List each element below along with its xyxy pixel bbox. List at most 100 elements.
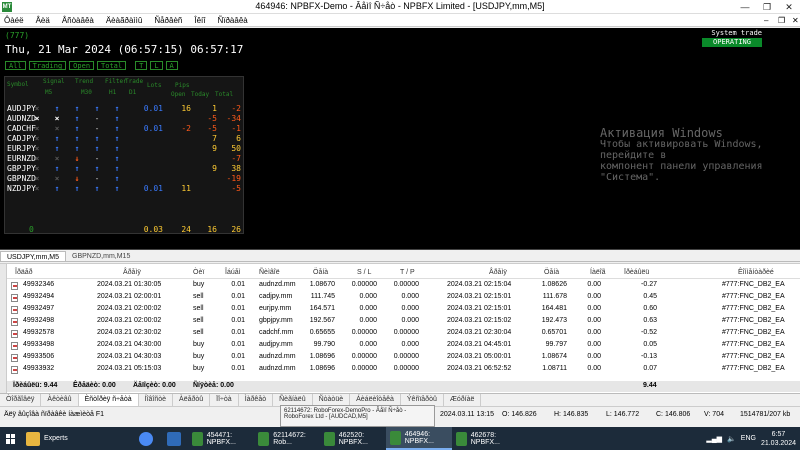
clock[interactable]: 6:57 21.03.2024 bbox=[761, 430, 796, 448]
taskbar-item[interactable]: 62114672: Rob... bbox=[254, 427, 320, 450]
signal-indicator: ↑ bbox=[54, 164, 60, 173]
col-tp[interactable]: T / P bbox=[400, 269, 415, 276]
tab-usdjpy[interactable]: USDJPY,mm,M5 bbox=[0, 251, 66, 261]
menu-tools[interactable]: Ñåðâèñ bbox=[148, 14, 188, 26]
signal-indicator: ↑ bbox=[114, 114, 120, 123]
language-indicator[interactable]: ENG bbox=[741, 435, 756, 442]
signal-pips-total: -2 bbox=[231, 104, 241, 113]
col-time[interactable]: Âðåìÿ bbox=[123, 269, 141, 276]
maximize-button[interactable]: ❐ bbox=[756, 0, 778, 14]
history-row[interactable]: 49932497 2024.03.21 02:00:02 sell 0.01 eurjp… bbox=[7, 305, 800, 315]
tab-mailbox[interactable]: Ïî÷òà bbox=[210, 394, 239, 406]
history-row[interactable]: 49933932 2024.03.21 05:15:03 buy 0.01 audnzd… bbox=[7, 365, 800, 375]
cell-tax: 0.00 bbox=[587, 341, 601, 348]
menu-window[interactable]: Îêíî bbox=[188, 14, 211, 26]
status-help: Äëÿ âûçîâà ñïðàâêè íàæìèòå F1 bbox=[4, 411, 105, 418]
signal-indicator: ↑ bbox=[74, 114, 80, 123]
history-row[interactable]: 49932346 2024.03.21 01:30:05 buy 0.01 audnzd… bbox=[7, 281, 800, 291]
minimize-button[interactable]: — bbox=[734, 0, 756, 14]
cell-volume: 0.01 bbox=[231, 305, 245, 312]
cell-symbol: audnzd.mm bbox=[259, 281, 296, 288]
filter-open[interactable]: Open bbox=[69, 61, 95, 70]
chart-close-button[interactable]: ✕ bbox=[786, 14, 800, 27]
history-row[interactable]: 49932498 2024.03.21 02:00:02 sell 0.01 gbpjp… bbox=[7, 317, 800, 327]
taskbar-item[interactable]: Experts bbox=[22, 427, 132, 450]
col-tax[interactable]: Íàëîã bbox=[590, 269, 606, 276]
col-order[interactable]: Îðäåð bbox=[15, 269, 33, 276]
menu-help[interactable]: Ñïðàâêà bbox=[211, 14, 253, 26]
menu-insert[interactable]: Âñòàâêà bbox=[56, 14, 100, 26]
cell-time: 2024.03.21 02:30:02 bbox=[97, 329, 162, 336]
col-profit[interactable]: Ïðèáûëü bbox=[624, 269, 649, 276]
taskbar-item[interactable]: 464946: NPBFX... bbox=[386, 427, 452, 450]
signal-indicator: × bbox=[34, 124, 40, 133]
terminal-summary: Ïðèáûëü: 9.44 Êðåäèò: 0.00 Äåïîçèò: 0.00… bbox=[7, 381, 800, 392]
signal-table: Symbol Signal Trend Filter Trade Lots Pi… bbox=[4, 76, 244, 234]
taskbar-item[interactable]: 462678: NPBFX... bbox=[452, 427, 518, 450]
taskbar-item[interactable]: 454471: NPBFX... bbox=[188, 427, 254, 450]
filter-t[interactable]: T bbox=[135, 61, 148, 70]
tab-news[interactable]: Íîâîñòè bbox=[139, 394, 174, 406]
header-trend: Trend bbox=[75, 78, 94, 85]
status-high: H: 146.835 bbox=[554, 411, 589, 418]
col-comment[interactable]: Êîììåíòàðèé bbox=[738, 269, 774, 276]
cell-close-price: 1.08626 bbox=[541, 281, 567, 288]
cell-profit: 0.45 bbox=[643, 293, 657, 300]
header-m30: M30 bbox=[81, 89, 92, 96]
taskbar-item[interactable] bbox=[132, 427, 160, 450]
signal-indicator: × bbox=[34, 134, 40, 143]
col-symbol[interactable]: Ñèìâîë bbox=[259, 269, 280, 276]
menu-view[interactable]: Âèä bbox=[30, 14, 56, 26]
cell-volume: 0.01 bbox=[231, 293, 245, 300]
tab-gbpnzd[interactable]: GBPNZD,mm,M15 bbox=[66, 251, 136, 261]
taskbar-item-label: 462678: NPBFX... bbox=[470, 431, 500, 446]
chart-window[interactable]: (777) Thu, 21 Mar 2024 (06:57:15) 06:57:… bbox=[0, 28, 800, 250]
taskbar-item[interactable]: 462520: NPBFX... bbox=[320, 427, 386, 450]
tab-exposure[interactable]: Àêòèâû bbox=[41, 394, 79, 406]
menu-file[interactable]: Ôàéë bbox=[0, 14, 30, 26]
col-close-time[interactable]: Âðåìÿ bbox=[489, 269, 507, 276]
tab-alerts[interactable]: Àëåðòû bbox=[173, 394, 211, 406]
col-close-price[interactable]: Öåíà bbox=[544, 269, 559, 276]
tab-journal[interactable]: Æóðíàë bbox=[444, 394, 482, 406]
signal-indicator: ↑ bbox=[94, 164, 100, 173]
signal-indicator: - bbox=[94, 154, 100, 163]
cell-order: 49933498 bbox=[23, 341, 55, 348]
history-row[interactable]: 49933498 2024.03.21 04:30:00 buy 0.01 audjpy… bbox=[7, 341, 800, 351]
cell-time: 2024.03.21 02:00:01 bbox=[97, 293, 162, 300]
tab-account-history[interactable]: Èñòîðèÿ ñ÷åòà bbox=[78, 394, 139, 406]
watermark-line: Чтобы активировать Windows, перейдите в bbox=[600, 139, 763, 161]
col-sl[interactable]: S / L bbox=[357, 269, 371, 276]
signal-indicator: × bbox=[34, 114, 40, 123]
close-button[interactable]: ✕ bbox=[778, 0, 800, 14]
filter-all[interactable]: All bbox=[5, 61, 26, 70]
taskbar-item[interactable] bbox=[160, 427, 188, 450]
col-type[interactable]: Òèï bbox=[193, 269, 204, 276]
history-row[interactable]: 49933506 2024.03.21 04:30:03 buy 0.01 audnzd… bbox=[7, 353, 800, 363]
order-icon bbox=[11, 318, 18, 326]
col-volume[interactable]: Îáúåì bbox=[225, 269, 241, 276]
filter-trading[interactable]: Trading bbox=[28, 61, 67, 70]
chart-minimize-button[interactable]: – bbox=[758, 14, 772, 27]
signal-indicator: × bbox=[54, 124, 60, 133]
cell-volume: 0.01 bbox=[231, 317, 245, 324]
cell-tp: 0.000 bbox=[401, 341, 419, 348]
filter-a[interactable]: A bbox=[165, 61, 178, 70]
col-price[interactable]: Öåíà bbox=[313, 269, 328, 276]
menu-charts[interactable]: Äèàãðàììû bbox=[100, 14, 148, 26]
cell-symbol: gbpjpy.mm bbox=[259, 317, 293, 324]
signal-indicator: ↑ bbox=[74, 134, 80, 143]
history-row[interactable]: 49932494 2024.03.21 02:00:01 sell 0.01 cadjp… bbox=[7, 293, 800, 303]
network-icon[interactable]: ▂▄▆ bbox=[706, 435, 722, 443]
cell-profit: -0.27 bbox=[641, 281, 657, 288]
tab-market[interactable]: Ìàðêåò bbox=[239, 394, 274, 406]
start-button[interactable] bbox=[0, 427, 22, 450]
chart-restore-button[interactable]: ❐ bbox=[772, 14, 786, 27]
history-row[interactable]: 49932578 2024.03.21 02:30:02 sell 0.01 cadch… bbox=[7, 329, 800, 339]
cell-sl: 0.000 bbox=[359, 305, 377, 312]
tab-trade[interactable]: Òîðãîâëÿ bbox=[0, 394, 42, 406]
filter-total[interactable]: Total bbox=[97, 61, 127, 70]
cell-comment: #777:FNC_DB2_EA bbox=[722, 365, 785, 372]
speaker-icon[interactable]: 🔈 bbox=[727, 435, 736, 443]
filter-l[interactable]: L bbox=[150, 61, 163, 70]
